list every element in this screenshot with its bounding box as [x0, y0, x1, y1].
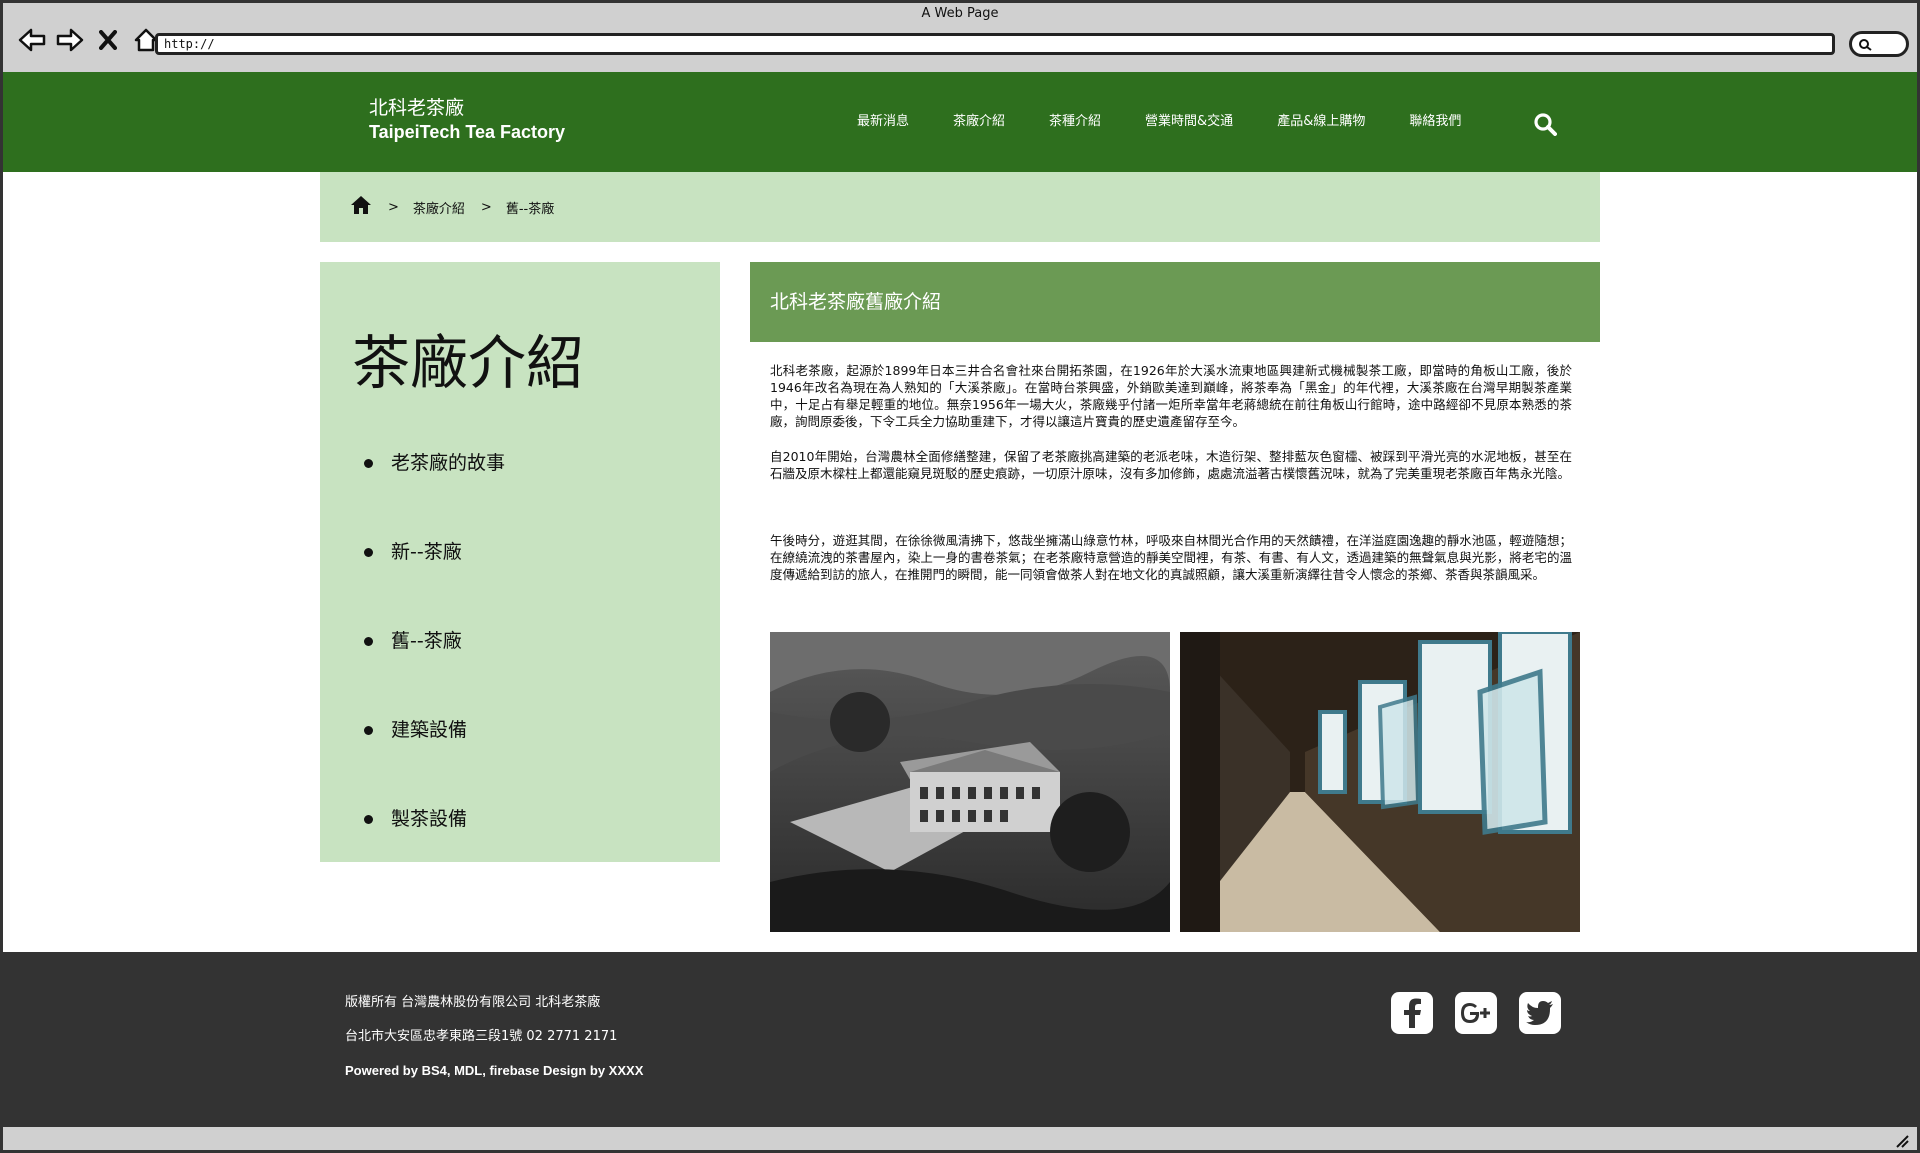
browser-status-bar	[0, 1124, 1920, 1153]
paragraph-history: 北科老茶廠，起源於1899年日本三井合名會社來台開拓茶園，在1926年於大溪水流…	[770, 363, 1572, 429]
brand-name-english: TaipeiTech Tea Factory	[369, 122, 566, 142]
sidebar-item-story[interactable]: 老茶廠的故事	[364, 450, 505, 539]
sidebar: 茶廠介紹 老茶廠的故事 新--茶廠 舊--茶廠 建築設備 製茶設備	[320, 262, 720, 862]
paragraph-renovation: 自2010年開始，台灣農林全面修繕整建，保留了老茶廠挑高建築的老派老味，木造衍架…	[770, 449, 1572, 481]
bullet-icon	[364, 726, 373, 735]
nav-factory-intro[interactable]: 茶廠介紹	[953, 112, 1005, 132]
breadcrumb-separator: >	[480, 199, 492, 215]
window-title: A Web Page	[921, 6, 999, 21]
nav-tea-types[interactable]: 茶種介紹	[1049, 112, 1101, 132]
bullet-icon	[364, 548, 373, 557]
breadcrumb: > 茶廠介紹 > 舊--茶廠	[320, 172, 1600, 242]
social-links	[1391, 992, 1561, 1034]
nav-hours-transport[interactable]: 營業時間&交通	[1145, 112, 1233, 132]
browser-nav-buttons	[17, 25, 161, 55]
back-icon[interactable]	[17, 25, 47, 55]
brand-logo[interactable]: 北科老茶廠 TaipeiTech Tea Factory	[369, 96, 565, 144]
forward-icon[interactable]	[55, 25, 85, 55]
paragraph-visit: 午後時分，遊逛其間，在徐徐微風清拂下，悠哉坐擁滿山綠意竹林，呼吸來自林間光合作用…	[770, 533, 1572, 582]
bullet-icon	[364, 459, 373, 468]
home-icon[interactable]	[350, 195, 372, 219]
sidebar-item-equipment[interactable]: 製茶設備	[364, 806, 505, 895]
credits-text: Powered by BS4, MDL, firebase Design by …	[345, 1063, 644, 1078]
facebook-icon[interactable]	[1391, 992, 1433, 1034]
copyright-text: 版權所有 台灣農林股份有限公司 北科老茶廠	[345, 995, 601, 1010]
sidebar-item-label: 老茶廠的故事	[391, 452, 506, 474]
google-plus-icon[interactable]	[1455, 992, 1497, 1034]
main-nav: 最新消息 茶廠介紹 茶種介紹 營業時間&交通 產品&線上購物 聯絡我們	[857, 112, 1505, 132]
magnifier-icon	[1859, 39, 1872, 51]
nav-products-shop[interactable]: 產品&線上購物	[1277, 112, 1365, 132]
site-footer: 版權所有 台灣農林股份有限公司 北科老茶廠 台北市大安區忠孝東路三段1號 02 …	[3, 952, 1917, 1124]
nav-contact[interactable]: 聯絡我們	[1409, 112, 1461, 132]
sidebar-item-label: 新--茶廠	[391, 541, 462, 563]
browser-chrome: A Web Page http://	[0, 0, 1920, 72]
sidebar-title: 茶廠介紹	[352, 329, 585, 397]
sidebar-item-buildings[interactable]: 建築設備	[364, 717, 505, 806]
old-factory-photo	[770, 632, 1170, 932]
section-heading: 北科老茶廠舊廠介紹	[750, 262, 1600, 342]
address-text: 台北市大安區忠孝東路三段1號 02 2771 2171	[345, 1029, 618, 1044]
twitter-icon[interactable]	[1519, 992, 1561, 1034]
sidebar-item-label: 製茶設備	[391, 808, 468, 830]
site-header: 北科老茶廠 TaipeiTech Tea Factory 最新消息 茶廠介紹 茶…	[3, 72, 1917, 172]
corridor-photo	[1180, 632, 1580, 932]
resize-grip-icon[interactable]	[1895, 1133, 1909, 1152]
brand-name-chinese: 北科老茶廠	[369, 97, 465, 119]
browser-search-field[interactable]	[1849, 31, 1909, 57]
sidebar-list: 老茶廠的故事 新--茶廠 舊--茶廠 建築設備 製茶設備	[364, 450, 505, 895]
sidebar-item-old-factory[interactable]: 舊--茶廠	[364, 628, 505, 717]
sidebar-item-label: 建築設備	[391, 719, 468, 741]
bullet-icon	[364, 637, 373, 646]
sidebar-item-label: 舊--茶廠	[391, 630, 462, 652]
breadcrumb-separator: >	[388, 199, 399, 215]
breadcrumb-current: 舊--茶廠	[505, 201, 555, 217]
nav-news[interactable]: 最新消息	[857, 112, 909, 132]
close-icon[interactable]	[93, 25, 123, 55]
sidebar-item-new-factory[interactable]: 新--茶廠	[364, 539, 505, 628]
search-icon[interactable]	[1533, 112, 1557, 140]
bullet-icon	[364, 815, 373, 824]
address-bar[interactable]: http://	[155, 33, 1835, 55]
breadcrumb-factory-intro[interactable]: 茶廠介紹	[413, 198, 465, 217]
